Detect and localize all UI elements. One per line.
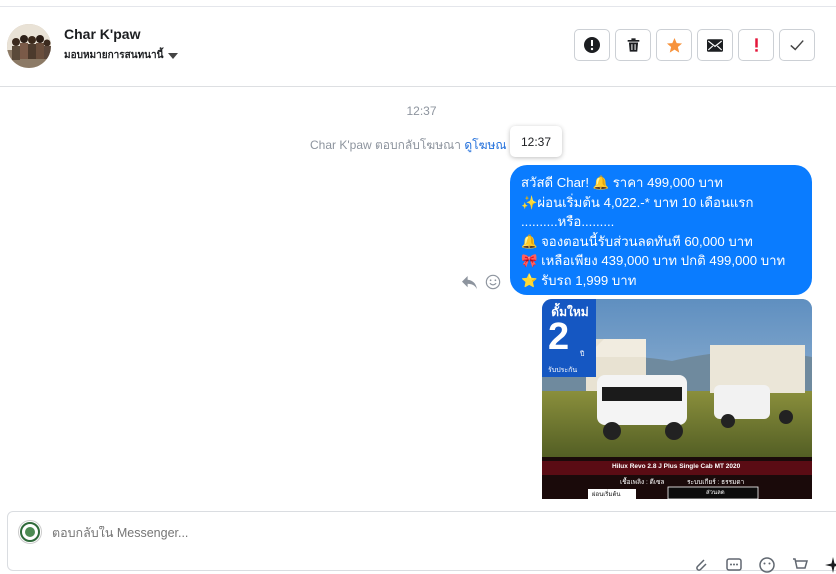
thread-timestamp: 12:37 — [406, 104, 437, 118]
ad-reply-text: Char K'paw ตอบกลับโฆษณา — [310, 138, 461, 152]
ad-spec-gear: ระบบเกียร์ : ธรรมดา — [687, 479, 745, 486]
contact-name[interactable]: Char K'paw — [64, 26, 140, 42]
conversation-header: Char K'paw มอบหมายการสนทนานี้ — [0, 7, 836, 87]
checkmark-icon — [790, 40, 804, 51]
message-actions — [461, 274, 501, 290]
message-line: 🎀 เหลือเพียง 439,000 บาท ปกติ 499,000 บา… — [521, 253, 786, 268]
emoji-reaction-icon[interactable] — [485, 274, 501, 290]
trash-icon — [627, 38, 639, 52]
view-ad-link[interactable]: ดูโฆษณ — [464, 138, 506, 152]
reply-composer — [7, 511, 836, 574]
message-line: ✨ผ่อนเริ่มต้น 4,022.-* บาท 10 เดือนแรก — [521, 194, 754, 210]
emoji-icon[interactable] — [758, 556, 776, 574]
follow-up-button[interactable] — [738, 29, 774, 61]
attachment-icon[interactable] — [692, 556, 710, 574]
message-line: ⭐ รับรถ 1,999 บาท — [521, 272, 637, 288]
ad-image-message[interactable]: ดั้มใหม่ 2 ปี รับประกัน Hilux Revo 2.8 J… — [542, 299, 812, 499]
caret-down-icon — [168, 53, 179, 59]
ad-spec-fuel: เชื้อเพลิง : ดีเซล — [620, 479, 665, 486]
warranty-badge-number: 2 — [548, 316, 570, 358]
ad-promo-left: ผ่อนเริ่มต้น — [592, 492, 621, 498]
mark-unread-button[interactable] — [697, 29, 733, 61]
assign-conversation-dropdown[interactable]: มอบหมายการสนทนานี้ — [64, 48, 179, 63]
alert-circle-icon — [584, 37, 600, 53]
ad-reply-note: Char K'paw ตอบกลับโฆษณา ดูโฆษณ — [310, 136, 507, 155]
warranty-badge-unit: ปี — [580, 351, 585, 358]
composer-toolbar — [692, 556, 836, 574]
reply-icon[interactable] — [461, 275, 478, 290]
outgoing-message-bubble[interactable]: สวัสดี Char! 🔔 ราคา 499,000 บาท ✨ผ่อนเริ… — [510, 165, 812, 295]
header-actions — [574, 29, 815, 61]
saved-replies-icon[interactable] — [725, 556, 743, 574]
exclamation-icon — [754, 38, 758, 52]
message-line: ..........หรือ......... — [521, 214, 615, 229]
sparkle-icon[interactable] — [824, 556, 836, 574]
ad-model-text: Hilux Revo 2.8 J Plus Single Cab MT 2020 — [612, 463, 741, 470]
shop-icon[interactable] — [791, 556, 809, 574]
envelope-icon — [707, 38, 723, 52]
warranty-badge-bottom: รับประกัน — [548, 367, 578, 374]
assign-label: มอบหมายการสนทนานี้ — [64, 50, 164, 61]
spam-report-button[interactable] — [574, 29, 610, 61]
mark-done-button[interactable] — [779, 29, 815, 61]
page-avatar — [18, 520, 42, 544]
star-button[interactable] — [656, 29, 692, 61]
time-tooltip: 12:37 — [510, 126, 562, 157]
reply-input[interactable] — [52, 526, 452, 540]
message-line: 🔔 จองตอนนี้รับส่วนลดทันที 60,000 บาท — [521, 233, 753, 249]
contact-avatar[interactable] — [7, 24, 51, 68]
message-line: สวัสดี Char! 🔔 ราคา 499,000 บาท — [521, 175, 723, 190]
delete-button[interactable] — [615, 29, 651, 61]
star-icon — [666, 37, 682, 53]
ad-promo-right: ส่วนลด — [706, 490, 725, 496]
